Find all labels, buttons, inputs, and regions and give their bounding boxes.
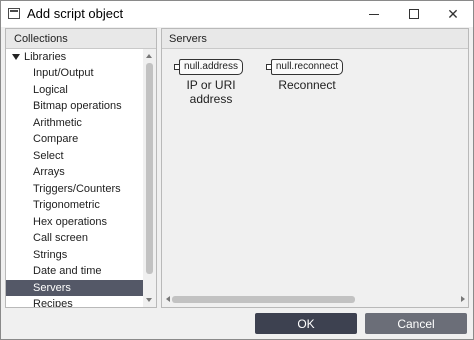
collections-panel: Collections Libraries Input/Output Logic…: [5, 28, 157, 308]
tree-item-call-screen[interactable]: Call screen: [6, 230, 143, 247]
object-node-box[interactable]: null.reconnect: [265, 59, 344, 75]
tree-item-servers[interactable]: Servers: [6, 279, 143, 296]
scroll-left-icon[interactable]: [166, 296, 170, 302]
window-title: Add script object: [27, 6, 124, 21]
dialog-window-icon: [8, 8, 20, 19]
tree-item-strings[interactable]: Strings: [6, 247, 143, 264]
inlet-port-icon: [265, 64, 272, 70]
close-button[interactable]: ✕: [433, 1, 473, 27]
cancel-button[interactable]: Cancel: [365, 313, 467, 334]
objects-panel: Servers null.address IP or URI address n…: [161, 28, 469, 308]
tree-item-recipes[interactable]: Recipes: [6, 296, 143, 307]
tree-item-date-and-time[interactable]: Date and time: [6, 263, 143, 280]
tree-item-input-output[interactable]: Input/Output: [6, 65, 143, 82]
tree-item-compare[interactable]: Compare: [6, 131, 143, 148]
horizontal-scroll-thumb[interactable]: [172, 296, 355, 303]
scroll-up-icon[interactable]: [146, 54, 152, 58]
tree-item-arithmetic[interactable]: Arithmetic: [6, 115, 143, 132]
object-node-box[interactable]: null.address: [174, 59, 243, 75]
vertical-scroll-thumb[interactable]: [146, 63, 153, 274]
scroll-right-icon[interactable]: [461, 296, 465, 302]
dialog-window: Add script object ✕ Collections Librarie…: [0, 0, 474, 340]
maximize-button[interactable]: [394, 1, 434, 27]
tree-item-trigonometric[interactable]: Trigonometric: [6, 197, 143, 214]
tree-node-libraries[interactable]: Libraries: [6, 49, 143, 65]
ok-button[interactable]: OK: [255, 313, 357, 334]
title-bar: Add script object ✕: [1, 1, 473, 27]
collections-header: Collections: [6, 29, 156, 49]
tree-item-hex-operations[interactable]: Hex operations: [6, 214, 143, 231]
object-label: Reconnect: [278, 78, 336, 92]
objects-header: Servers: [162, 29, 468, 49]
tree-item-arrays[interactable]: Arrays: [6, 164, 143, 181]
object-label: IP or URI address: [186, 78, 236, 106]
object-node-text: null.address: [184, 61, 238, 72]
tree-item-bitmap-operations[interactable]: Bitmap operations: [6, 98, 143, 115]
minimize-button[interactable]: [354, 1, 394, 27]
inlet-port-icon: [174, 64, 181, 70]
object-node-text: null.reconnect: [275, 61, 339, 72]
collections-tree: Libraries Input/Output Logical Bitmap op…: [6, 49, 143, 307]
collections-vertical-scrollbar[interactable]: [143, 49, 156, 307]
close-icon: ✕: [447, 5, 459, 22]
tree-node-label: Libraries: [24, 51, 67, 63]
tree-item-triggers-counters[interactable]: Triggers/Counters: [6, 181, 143, 198]
script-object-reconnect[interactable]: null.reconnect Reconnect: [265, 58, 346, 92]
expand-triangle-icon[interactable]: [12, 54, 20, 60]
objects-horizontal-scrollbar[interactable]: [163, 293, 468, 306]
maximize-icon: [409, 9, 419, 19]
tree-item-logical[interactable]: Logical: [6, 82, 143, 99]
scroll-down-icon[interactable]: [146, 298, 152, 302]
script-object-address[interactable]: null.address IP or URI address: [168, 58, 254, 106]
minimize-icon: [369, 13, 379, 15]
tree-item-select[interactable]: Select: [6, 148, 143, 165]
